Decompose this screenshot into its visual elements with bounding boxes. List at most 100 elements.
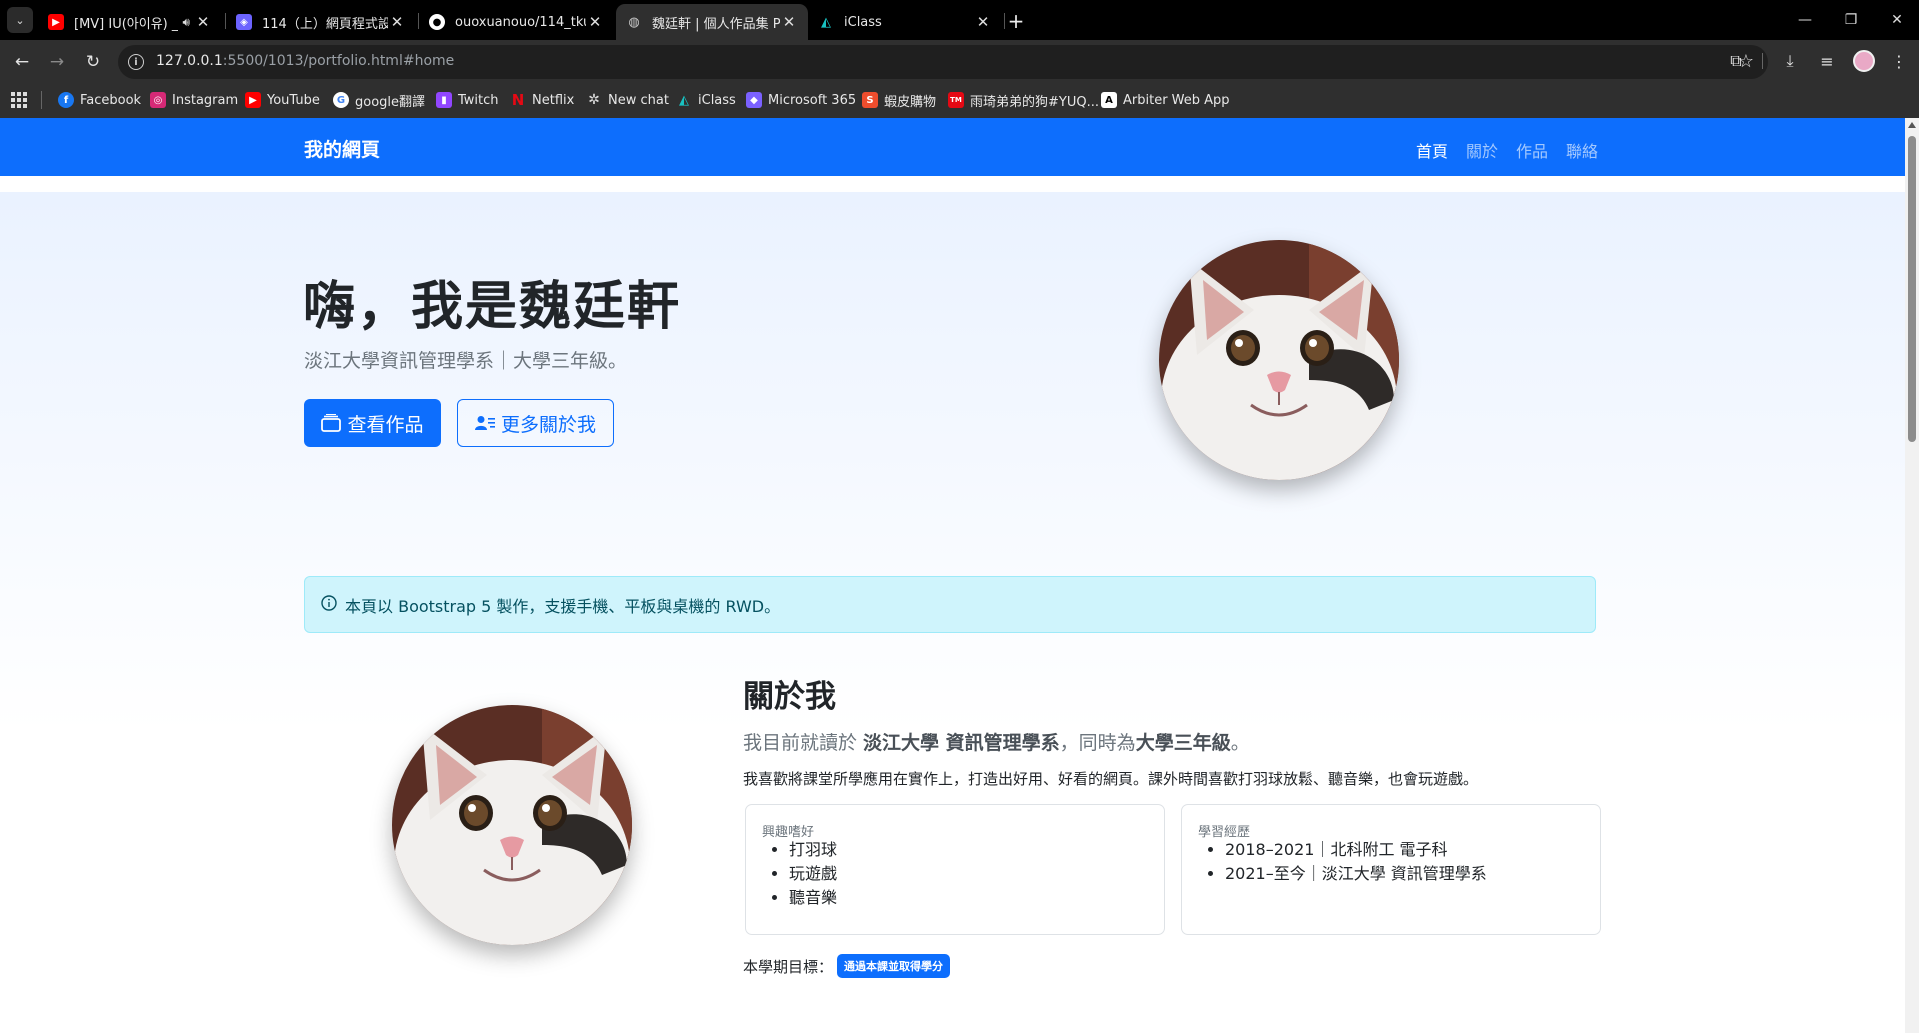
bookmark-new-chat[interactable]: ✲ New chat — [586, 91, 669, 109]
lead-suffix: 。 — [1230, 732, 1250, 754]
speaker-icon[interactable]: 🔊︎ — [182, 15, 190, 30]
bookmark-twitch-channel[interactable]: TM 雨琦弟弟的狗#YUQ... — [948, 91, 1099, 110]
close-tab-icon[interactable]: ✕ — [586, 13, 604, 31]
bookmark-microsoft-365[interactable]: ◆ Microsoft 365 — [746, 91, 856, 109]
hero-title: 嗨，我是魏廷軒 — [303, 277, 682, 337]
bookmark-youtube[interactable]: ▶ YouTube — [245, 91, 320, 109]
reload-icon[interactable]: ↻ — [80, 49, 106, 75]
about-description: 我喜歡將課堂所學應用在實作上，打造出好用、好看的網頁。課外時間喜歡打羽球放鬆、聽… — [743, 770, 1479, 788]
tab-hackmd[interactable]: ◈ 114（上）網頁程式設計 - Hack ✕ — [226, 4, 416, 40]
tab-portfolio[interactable]: ◍ 魏廷軒 | 個人作品集 Portfolio ✕ — [616, 4, 808, 40]
bookmark-arbiter[interactable]: A Arbiter Web App — [1101, 91, 1230, 109]
bookmark-label: Facebook — [80, 92, 142, 108]
about-photo-cat — [392, 705, 632, 945]
bookmark-iclass[interactable]: ◭ iClass — [676, 91, 736, 109]
netflix-icon: N — [511, 91, 525, 109]
bookmark-label: iClass — [698, 92, 736, 108]
new-tab-button[interactable]: + — [1003, 8, 1029, 34]
more-about-label: 更多關於我 — [500, 413, 596, 436]
profile-photo-cat — [1159, 240, 1399, 480]
bookmark-label: Arbiter Web App — [1123, 92, 1230, 108]
toolbar-divider — [1762, 53, 1763, 69]
tab-youtube[interactable]: ▶ [MV] IU(아이유) _ Blueming 🔊︎ ✕ — [38, 4, 222, 40]
restore-icon[interactable]: ❐ — [1836, 8, 1866, 32]
bookmark-label: Microsoft 365 — [768, 92, 857, 108]
nav-about[interactable]: 關於 — [1466, 138, 1498, 162]
collection-icon — [321, 414, 342, 432]
nav-works[interactable]: 作品 — [1516, 138, 1548, 162]
bookmark-shopee[interactable]: S 蝦皮購物 — [862, 91, 937, 110]
site-navbar: 我的網頁 首頁 關於 作品 聯絡 — [0, 118, 1905, 176]
more-about-button[interactable]: 更多關於我 — [457, 399, 614, 447]
bookmark-facebook[interactable]: f Facebook — [58, 91, 141, 109]
site-info-icon[interactable]: i — [128, 54, 144, 70]
lead-mid: ，同時為 — [1059, 732, 1136, 754]
lead-school: 淡江大學 資訊管理學系 — [863, 732, 1060, 754]
close-tab-icon[interactable]: ✕ — [388, 13, 406, 31]
person-lines-icon — [474, 415, 495, 431]
tab-strip: ⌄ ▶ [MV] IU(아이유) _ Blueming 🔊︎ ✕ ◈ 114（上… — [0, 0, 1919, 40]
download-icon[interactable]: ⤓ — [1778, 49, 1802, 73]
menu-icon[interactable]: ⋮ — [1887, 49, 1911, 73]
tab-title: [MV] IU(아이유) _ Blueming — [74, 16, 179, 32]
education-list: 2018–2021｜北科附工 電子科 2021–至今｜淡江大學 資訊管理學系 — [1198, 838, 1487, 886]
hobbies-card: 興趣嗜好 打羽球 玩遊戲 聽音樂 — [745, 804, 1165, 935]
bookmark-label: 蝦皮購物 — [884, 94, 937, 110]
hackmd-icon: ◈ — [236, 14, 252, 30]
extensions-icon[interactable]: ⧉ — [1724, 49, 1748, 73]
url-path: :5500/1013/portfolio.html#home — [222, 53, 455, 69]
profile-avatar[interactable] — [1853, 50, 1875, 72]
alert-text: 本頁以 Bootstrap 5 製作，支援手機、平板與桌機的 RWD。 — [345, 596, 781, 616]
nav-home[interactable]: 首頁 — [1416, 138, 1448, 162]
globe-icon: ◍ — [628, 14, 640, 30]
goal-badge: 通過本課並取得學分 — [837, 954, 951, 978]
close-tab-icon[interactable]: ✕ — [194, 13, 212, 31]
page-scrollbar[interactable] — [1905, 118, 1919, 1033]
scroll-up-arrow-icon[interactable] — [1908, 122, 1916, 128]
hobbies-list: 打羽球 玩遊戲 聽音樂 — [762, 838, 837, 910]
close-window-icon[interactable]: ✕ — [1882, 8, 1912, 32]
hero-subtitle: 淡江大學資訊管理學系｜大學三年級。 — [304, 350, 628, 372]
browser-toolbar: ← → ↻ i 127.0.0.1:5500/1013/portfolio.ht… — [0, 40, 1919, 82]
bookmark-google-translate[interactable]: G google翻譯 — [333, 91, 425, 110]
youtube-icon: ▶ — [245, 92, 261, 108]
bookmark-label: 雨琦弟弟的狗#YUQ... — [970, 94, 1099, 110]
tab-title: iClass — [844, 14, 882, 30]
arbiter-icon: A — [1101, 92, 1117, 108]
list-item: 打羽球 — [789, 838, 837, 862]
tab-search-button[interactable]: ⌄ — [7, 7, 33, 33]
microsoft365-icon: ◆ — [746, 92, 762, 108]
page-viewport: 我的網頁 首頁 關於 作品 聯絡 嗨，我是魏廷軒 淡江大學資訊管理學系｜大學三年… — [0, 118, 1905, 1033]
shopee-icon: S — [862, 92, 878, 108]
list-item: 2021–至今｜淡江大學 資訊管理學系 — [1225, 862, 1487, 886]
view-works-button[interactable]: 查看作品 — [304, 399, 441, 447]
bookmark-instagram[interactable]: ◎ Instagram — [150, 91, 238, 109]
scroll-thumb[interactable] — [1908, 136, 1916, 442]
back-icon[interactable]: ← — [9, 49, 35, 75]
close-tab-icon[interactable]: ✕ — [974, 13, 992, 31]
github-icon: ● — [429, 14, 445, 30]
semester-goal: 本學期目標： 通過本課並取得學分 — [743, 954, 951, 978]
tab-github[interactable]: ● ouoxuanouo/114_tkuim_web ✕ — [419, 4, 614, 40]
address-bar[interactable]: i 127.0.0.1:5500/1013/portfolio.html#hom… — [118, 45, 1768, 79]
about-title: 關於我 — [743, 679, 836, 715]
list-item: 玩遊戲 — [789, 862, 837, 886]
site-brand[interactable]: 我的網頁 — [304, 135, 380, 162]
bookmark-label: Twitch — [458, 92, 499, 108]
goal-label: 本學期目標： — [743, 957, 834, 976]
nav-contact[interactable]: 聯絡 — [1566, 138, 1598, 162]
hero-section: 嗨，我是魏廷軒 淡江大學資訊管理學系｜大學三年級。 查看作品 更多關於我 本頁以… — [0, 192, 1905, 732]
tab-iclass[interactable]: ◭ iClass ✕ — [808, 4, 1002, 40]
apps-grid-icon[interactable] — [11, 92, 27, 108]
twitch-icon: ▮ — [436, 92, 452, 108]
bookmark-netflix[interactable]: N Netflix — [510, 91, 575, 109]
forward-icon[interactable]: → — [44, 49, 70, 75]
instagram-icon: ◎ — [150, 92, 166, 108]
lead-prefix: 我目前就讀於 — [743, 732, 864, 754]
bookmark-twitch[interactable]: ▮ Twitch — [436, 91, 499, 109]
minimize-icon[interactable]: — — [1790, 8, 1820, 32]
url-text[interactable]: 127.0.0.1:5500/1013/portfolio.html#home — [156, 53, 454, 69]
media-queue-icon[interactable]: ≡ — [1815, 49, 1839, 73]
close-tab-icon[interactable]: ✕ — [780, 13, 798, 31]
view-works-label: 查看作品 — [347, 413, 424, 436]
